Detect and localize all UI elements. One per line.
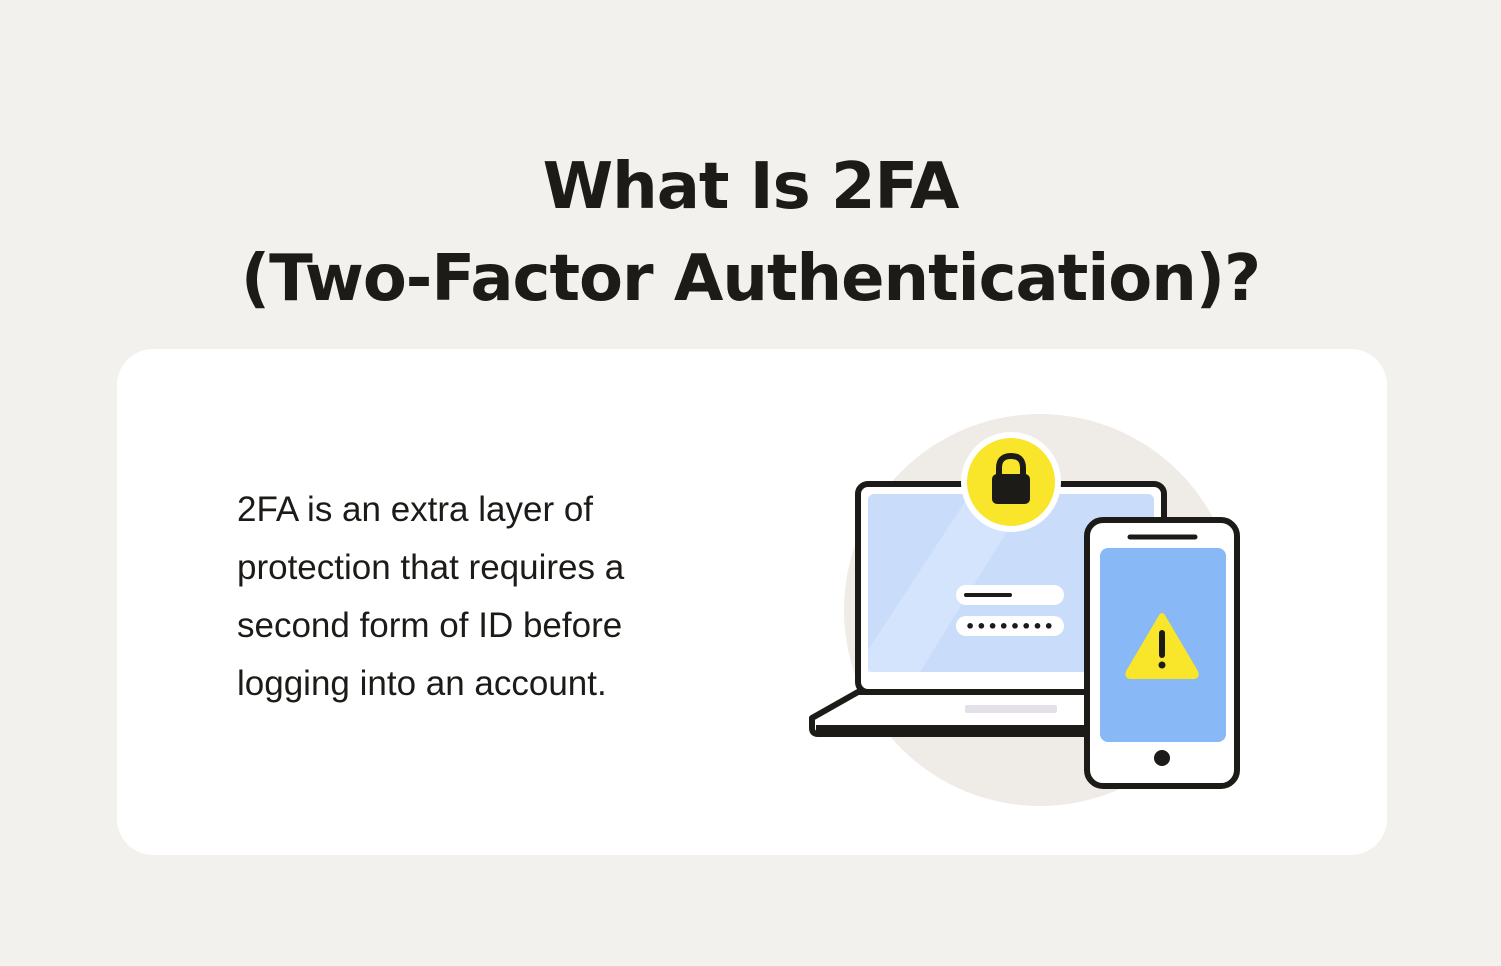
title-line-1: What Is 2FA — [542, 149, 960, 224]
illustration-svg: •••••••• — [809, 414, 1240, 806]
description-text: 2FA is an extra layer of protection that… — [237, 490, 625, 703]
title-line-2: (Two-Factor Authentication)? — [240, 241, 1261, 316]
two-factor-illustration: •••••••• — [800, 410, 1260, 810]
lock-icon — [961, 432, 1061, 532]
page-title: What Is 2FA (Two-Factor Authentication)? — [0, 141, 1501, 325]
password-mask: •••••••• — [965, 617, 1055, 636]
